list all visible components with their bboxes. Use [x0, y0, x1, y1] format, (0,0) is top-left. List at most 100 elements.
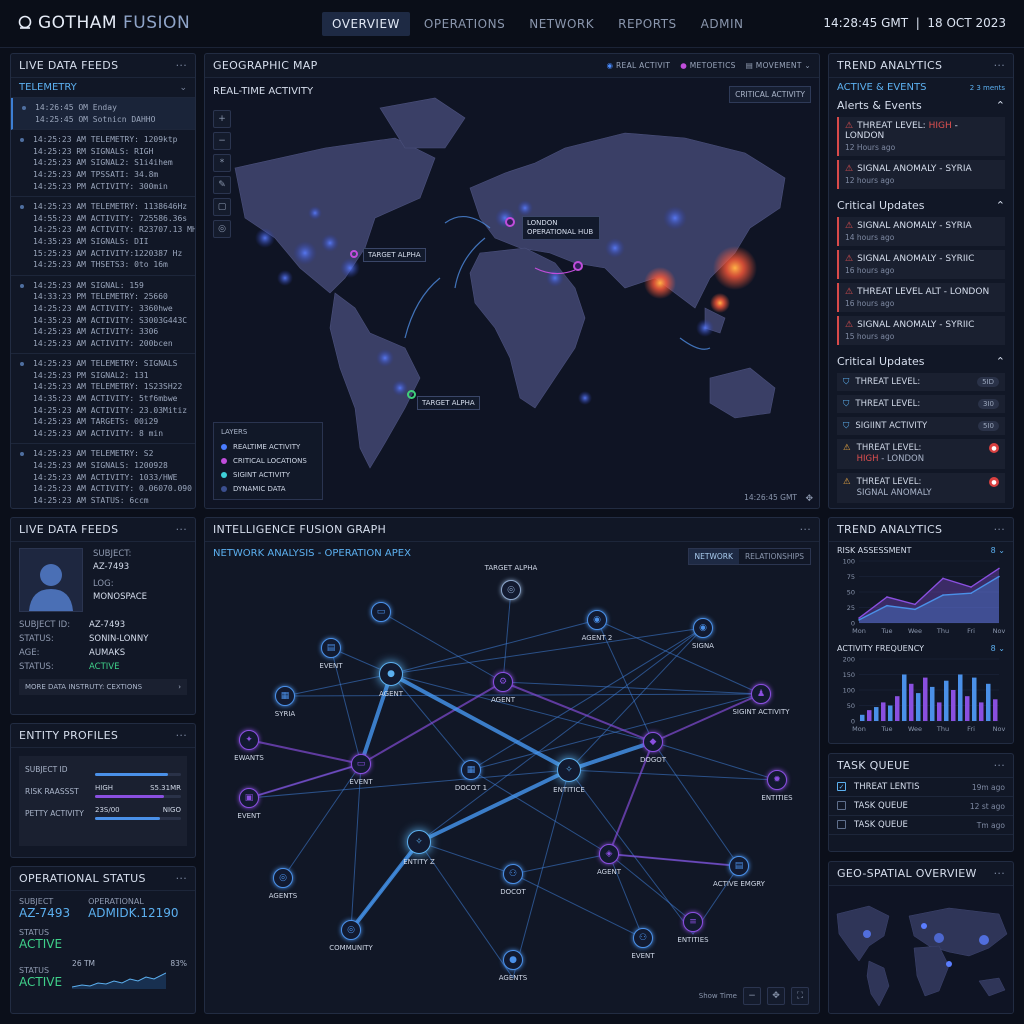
feed-list: 14:26:45 OM Enday 14:25:45 OM Sotnicn DAH… [11, 98, 195, 508]
graph-node[interactable]: ▭ [351, 754, 371, 774]
critical-update-item[interactable]: ⚠ THREAT LEVEL ALT - LONDON 16 hours ago [837, 283, 1005, 312]
feed-block[interactable]: 14:26:45 OM Enday 14:25:45 OM Sotnicn DAH… [11, 98, 195, 131]
graph-node[interactable]: ▤ [321, 638, 341, 658]
feed-dropdown[interactable]: TELEMETRY ⌄ [11, 78, 195, 98]
minus-icon[interactable]: − [743, 987, 761, 1005]
feed-block[interactable]: 14:25:23 AM TELEMETRY: S2 14:25:23 AM SIG… [11, 444, 195, 508]
nav-reports[interactable]: REPORTS [608, 12, 687, 36]
graph-node[interactable]: ⚇ [503, 864, 523, 884]
crosshair-icon[interactable]: ✥ [805, 494, 813, 504]
target-icon[interactable]: ◎ [213, 220, 231, 238]
alerts-section[interactable]: Alerts & Events ⌃ [829, 93, 1013, 117]
critical-pin[interactable] [573, 261, 583, 271]
graph-node[interactable]: ▦ [461, 760, 481, 780]
more-icon[interactable]: ··· [176, 729, 187, 742]
critical-update-item[interactable]: ⚠ SIGNAL ANOMALY - SYRIA 14 hours ago [837, 217, 1005, 246]
graph-node[interactable]: ● [503, 950, 523, 970]
feed-block[interactable]: 14:25:23 AM SIGNAL: 159 14:33:23 PM TELEM… [11, 276, 195, 355]
pin-icon: ◉ [606, 61, 614, 70]
graph-node[interactable]: ◎ [341, 920, 361, 940]
target-pin-2[interactable] [407, 390, 416, 399]
graph-node[interactable]: ◎ [501, 580, 521, 600]
bar [930, 686, 935, 721]
map-canvas[interactable]: REAL-TIME ACTIVITY CRITICAL ACTIVITY + −… [205, 78, 819, 508]
nav-operations[interactable]: OPERATIONS [414, 12, 515, 36]
zoom-in-icon[interactable]: + [213, 110, 231, 128]
task-item[interactable]: TASK QUEUE Tm ago [829, 816, 1013, 835]
nav-overview[interactable]: OVERVIEW [322, 12, 410, 36]
layer-item[interactable]: CRITICAL LOCATIONS [221, 454, 315, 468]
square-icon[interactable]: ▢ [213, 198, 231, 216]
more-icon[interactable]: ··· [176, 523, 187, 536]
critical-warning-row[interactable]: ⚠ THREAT LEVEL: HIGH - LONDON ● [837, 439, 1005, 469]
star-icon[interactable]: * [213, 154, 231, 172]
zoom-out-icon[interactable]: − [213, 132, 231, 150]
more-icon[interactable]: ··· [176, 872, 187, 885]
more-icon[interactable]: ··· [994, 867, 1005, 880]
target-pin[interactable] [350, 250, 358, 258]
london-pin[interactable] [505, 217, 515, 227]
legend-metrics[interactable]: ● METOETICS [680, 61, 735, 70]
layer-item[interactable]: SIGINT ACTIVITY [221, 468, 315, 482]
checkbox-checked-icon[interactable]: ✓ [837, 782, 846, 791]
graph-node[interactable]: ⚇ [633, 928, 653, 948]
mini-map[interactable] [829, 886, 1014, 1014]
graph-node[interactable]: ⚙ [493, 672, 513, 692]
risk-menu[interactable]: 8 ⌄ [991, 546, 1005, 555]
graph-node[interactable]: ✧ [407, 830, 431, 854]
legend-movement[interactable]: ▤ MOVEMENT ⌄ [746, 61, 811, 70]
feed-block[interactable]: 14:25:23 AM TELEMETRY: 1138646Hz 14:55:23… [11, 197, 195, 276]
more-icon[interactable]: ··· [994, 759, 1005, 772]
graph-node[interactable]: ◎ [273, 868, 293, 888]
graph-node[interactable]: ◉ [693, 618, 713, 638]
layer-item[interactable]: REALTIME ACTIVITY [221, 440, 315, 454]
legend-realtime[interactable]: ◉ REAL ACTIVIT [606, 61, 670, 70]
feed-block[interactable]: 14:25:23 AM TELEMETRY: SIGNALS 14:25:23 P… [11, 354, 195, 445]
graph-node[interactable]: ♟ [751, 684, 771, 704]
critical-warning-row[interactable]: ⚠ THREAT LEVEL: SIGNAL ANOMALY ● [837, 473, 1005, 503]
critical-activity-button[interactable]: CRITICAL ACTIVITY [729, 86, 811, 103]
graph-node[interactable]: ◆ [643, 732, 663, 752]
fullscreen-icon[interactable]: ⛶ [791, 987, 809, 1005]
pencil-icon[interactable]: ✎ [213, 176, 231, 194]
more-icon[interactable]: ··· [994, 59, 1005, 72]
alert-item[interactable]: ⚠ SIGNAL ANOMALY - SYRIA 12 hours ago [837, 160, 1005, 189]
graph-node[interactable]: ▭ [371, 602, 391, 622]
graph-node[interactable]: ✦ [239, 730, 259, 750]
graph-node[interactable]: ▦ [275, 686, 295, 706]
graph-node[interactable]: ≡ [683, 912, 703, 932]
critical-row[interactable]: ⛉ THREAT LEVEL: 5ID [837, 373, 1005, 391]
graph-node[interactable]: ▤ [729, 856, 749, 876]
tab-relationships[interactable]: RELATIONSHIPS [739, 549, 810, 564]
critical-section-2[interactable]: Critical Updates ⌃ [829, 349, 1013, 373]
graph-node[interactable]: ◈ [599, 844, 619, 864]
graph-node[interactable]: ◉ [587, 610, 607, 630]
task-item[interactable]: ✓ THREAT LENTIS 19m ago [829, 778, 1013, 797]
graph-node[interactable]: ✹ [767, 770, 787, 790]
app-logo[interactable]: GOTHAM FUSION [18, 13, 190, 33]
critical-section-1[interactable]: Critical Updates ⌃ [829, 193, 1013, 217]
freq-menu[interactable]: 8 ⌄ [991, 644, 1005, 653]
graph-node[interactable]: ● [379, 662, 403, 686]
nav-network[interactable]: NETWORK [519, 12, 604, 36]
critical-update-item[interactable]: ⚠ SIGNAL ANOMALY - SYRIIC 16 hours ago [837, 250, 1005, 279]
task-item[interactable]: TASK QUEUE 12 st ago [829, 797, 1013, 816]
critical-update-item[interactable]: ⚠ SIGNAL ANOMALY - SYRIIC 15 hours ago [837, 316, 1005, 345]
checkbox-icon[interactable] [837, 801, 846, 810]
feed-block[interactable]: 14:25:23 AM TELEMETRY: 1209ktp 14:25:23 R… [11, 130, 195, 198]
checkbox-icon[interactable] [837, 820, 846, 829]
layer-item[interactable]: DYNAMIC DATA [221, 482, 315, 496]
nav-admin[interactable]: ADMIN [691, 12, 754, 36]
more-icon[interactable]: ··· [800, 523, 811, 536]
critical-row[interactable]: ⛉ SIGIINT ACTIVITY 5I0 [837, 417, 1005, 435]
alert-item[interactable]: ⚠ THREAT LEVEL: HIGH - LONDON 12 Hours ago [837, 117, 1005, 156]
center-icon[interactable]: ✥ [767, 987, 785, 1005]
critical-row[interactable]: ⛉ THREAT LEVEL: 3I0 [837, 395, 1005, 413]
count-badge: 5ID [977, 377, 999, 387]
graph-node[interactable]: ✧ [557, 758, 581, 782]
more-data-button[interactable]: MORE DATA INSTRUTY: CEXTIONS › [19, 679, 187, 695]
more-icon[interactable]: ··· [994, 523, 1005, 536]
graph-node[interactable]: ▣ [239, 788, 259, 808]
tab-network[interactable]: NETWORK [688, 549, 739, 564]
more-icon[interactable]: ··· [176, 59, 187, 72]
